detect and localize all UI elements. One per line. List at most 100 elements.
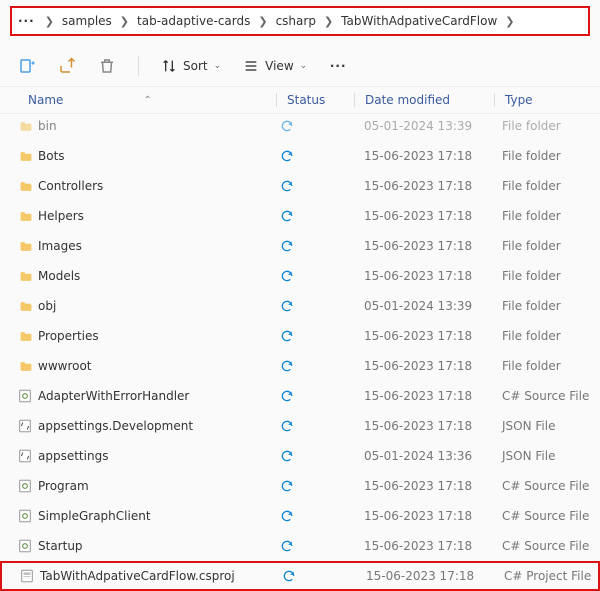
column-headers: Name ⌃ Status Date modified Type <box>0 87 600 114</box>
file-name: TabWithAdpativeCardFlow.csproj <box>40 569 280 583</box>
table-row[interactable]: SimpleGraphClient 15-06-2023 17:18C# Sour… <box>0 501 600 531</box>
chevron-right-icon: ❯ <box>503 15 516 28</box>
file-name: Models <box>38 269 278 283</box>
file-list: bin05-01-2024 13:39File folderBots15-06-… <box>0 111 600 591</box>
cs-icon <box>18 508 38 524</box>
table-row[interactable]: appsettings05-01-2024 13:36JSON File <box>0 441 600 471</box>
file-type: JSON File <box>496 419 600 433</box>
file-type: File folder <box>496 179 600 193</box>
sync-status-icon <box>278 359 356 373</box>
chevron-right-icon: ❯ <box>322 15 335 28</box>
file-name: wwwroot <box>38 359 278 373</box>
chevron-down-icon: ⌄ <box>214 61 222 71</box>
file-name: Helpers <box>38 209 278 223</box>
breadcrumb-item[interactable]: csharp <box>276 14 316 28</box>
file-type: File folder <box>496 239 600 253</box>
sort-button[interactable]: Sort ⌄ <box>161 58 221 74</box>
breadcrumb-item[interactable]: TabWithAdpativeCardFlow <box>341 14 497 28</box>
file-name: Bots <box>38 149 278 163</box>
column-date[interactable]: Date modified <box>365 93 450 107</box>
sort-asc-icon: ⌃ <box>143 95 151 106</box>
proj-icon <box>20 568 40 584</box>
folder-icon <box>18 300 38 313</box>
column-status[interactable]: Status <box>287 93 325 107</box>
file-type: C# Source File <box>496 509 600 523</box>
chevron-right-icon: ❯ <box>118 15 131 28</box>
folder-icon <box>18 240 38 253</box>
table-row[interactable]: bin05-01-2024 13:39File folder <box>0 111 600 141</box>
sync-status-icon <box>278 509 356 523</box>
table-row[interactable]: wwwroot 15-06-2023 17:18File folder <box>0 351 600 381</box>
folder-icon <box>18 180 38 193</box>
view-button[interactable]: View ⌄ <box>243 58 307 74</box>
file-type: File folder <box>496 209 600 223</box>
table-row[interactable]: Properties 15-06-2023 17:18File folder <box>0 321 600 351</box>
table-row[interactable]: Models15-06-2023 17:18File folder <box>0 261 600 291</box>
table-row[interactable]: Images15-06-2023 17:18File folder <box>0 231 600 261</box>
chevron-right-icon: ❯ <box>43 15 56 28</box>
table-row[interactable]: obj05-01-2024 13:39File folder <box>0 291 600 321</box>
date-modified: 15-06-2023 17:18 <box>356 539 496 553</box>
toolbar: Sort ⌄ View ⌄ ··· <box>0 46 600 87</box>
more-icon[interactable]: ··· <box>329 57 347 75</box>
file-name: Images <box>38 239 278 253</box>
folder-icon <box>18 210 38 223</box>
sync-status-icon <box>278 239 356 253</box>
new-icon[interactable] <box>18 57 36 75</box>
sync-status-icon <box>278 149 356 163</box>
view-label: View <box>265 59 293 73</box>
sync-status-icon <box>278 299 356 313</box>
file-name: Controllers <box>38 179 278 193</box>
breadcrumb-overflow-icon[interactable]: ··· <box>16 14 37 28</box>
chevron-right-icon: ❯ <box>256 15 269 28</box>
date-modified: 15-06-2023 17:18 <box>356 359 496 373</box>
file-type: File folder <box>496 299 600 313</box>
sync-status-icon <box>278 419 356 433</box>
date-modified: 15-06-2023 17:18 <box>356 329 496 343</box>
breadcrumb-item[interactable]: samples <box>62 14 112 28</box>
delete-icon[interactable] <box>98 57 116 75</box>
file-type: File folder <box>496 149 600 163</box>
table-row[interactable]: TabWithAdpativeCardFlow.csproj 15-06-2023… <box>0 561 600 591</box>
file-name: Properties <box>38 329 278 343</box>
sync-status-icon <box>278 119 356 133</box>
table-row[interactable]: Helpers 15-06-2023 17:18File folder <box>0 201 600 231</box>
column-type[interactable]: Type <box>505 93 533 107</box>
file-name: SimpleGraphClient <box>38 509 278 523</box>
file-name: Program <box>38 479 278 493</box>
sync-status-icon <box>278 179 356 193</box>
table-row[interactable]: Program 15-06-2023 17:18C# Source File <box>0 471 600 501</box>
date-modified: 15-06-2023 17:18 <box>356 179 496 193</box>
file-type: JSON File <box>496 449 600 463</box>
sync-status-icon <box>278 209 356 223</box>
date-modified: 15-06-2023 17:18 <box>356 209 496 223</box>
file-name: AdapterWithErrorHandler <box>38 389 278 403</box>
column-name[interactable]: Name <box>28 93 63 107</box>
folder-icon <box>18 270 38 283</box>
file-type: File folder <box>496 329 600 343</box>
cs-icon <box>18 478 38 494</box>
folder-icon <box>18 330 38 343</box>
cs-icon <box>18 388 38 404</box>
share-icon[interactable] <box>58 57 76 75</box>
file-type: File folder <box>496 269 600 283</box>
breadcrumb[interactable]: ··· ❯ samples ❯ tab-adaptive-cards ❯ csh… <box>10 6 590 36</box>
breadcrumb-item[interactable]: tab-adaptive-cards <box>137 14 250 28</box>
date-modified: 15-06-2023 17:18 <box>358 569 498 583</box>
table-row[interactable]: Startup15-06-2023 17:18C# Source File <box>0 531 600 561</box>
date-modified: 15-06-2023 17:18 <box>356 509 496 523</box>
table-row[interactable]: Controllers 15-06-2023 17:18File folder <box>0 171 600 201</box>
folder-icon <box>18 360 38 373</box>
sync-status-icon <box>280 569 358 583</box>
file-name: appsettings.Development <box>38 419 278 433</box>
file-type: C# Source File <box>496 479 600 493</box>
table-row[interactable]: Bots15-06-2023 17:18File folder <box>0 141 600 171</box>
json-icon <box>18 418 38 434</box>
file-type: File folder <box>496 359 600 373</box>
file-type: File folder <box>496 119 600 133</box>
folder-icon <box>18 150 38 163</box>
file-name: obj <box>38 299 278 313</box>
date-modified: 15-06-2023 17:18 <box>356 479 496 493</box>
table-row[interactable]: appsettings.Development15-06-2023 17:18J… <box>0 411 600 441</box>
table-row[interactable]: AdapterWithErrorHandler15-06-2023 17:18C… <box>0 381 600 411</box>
